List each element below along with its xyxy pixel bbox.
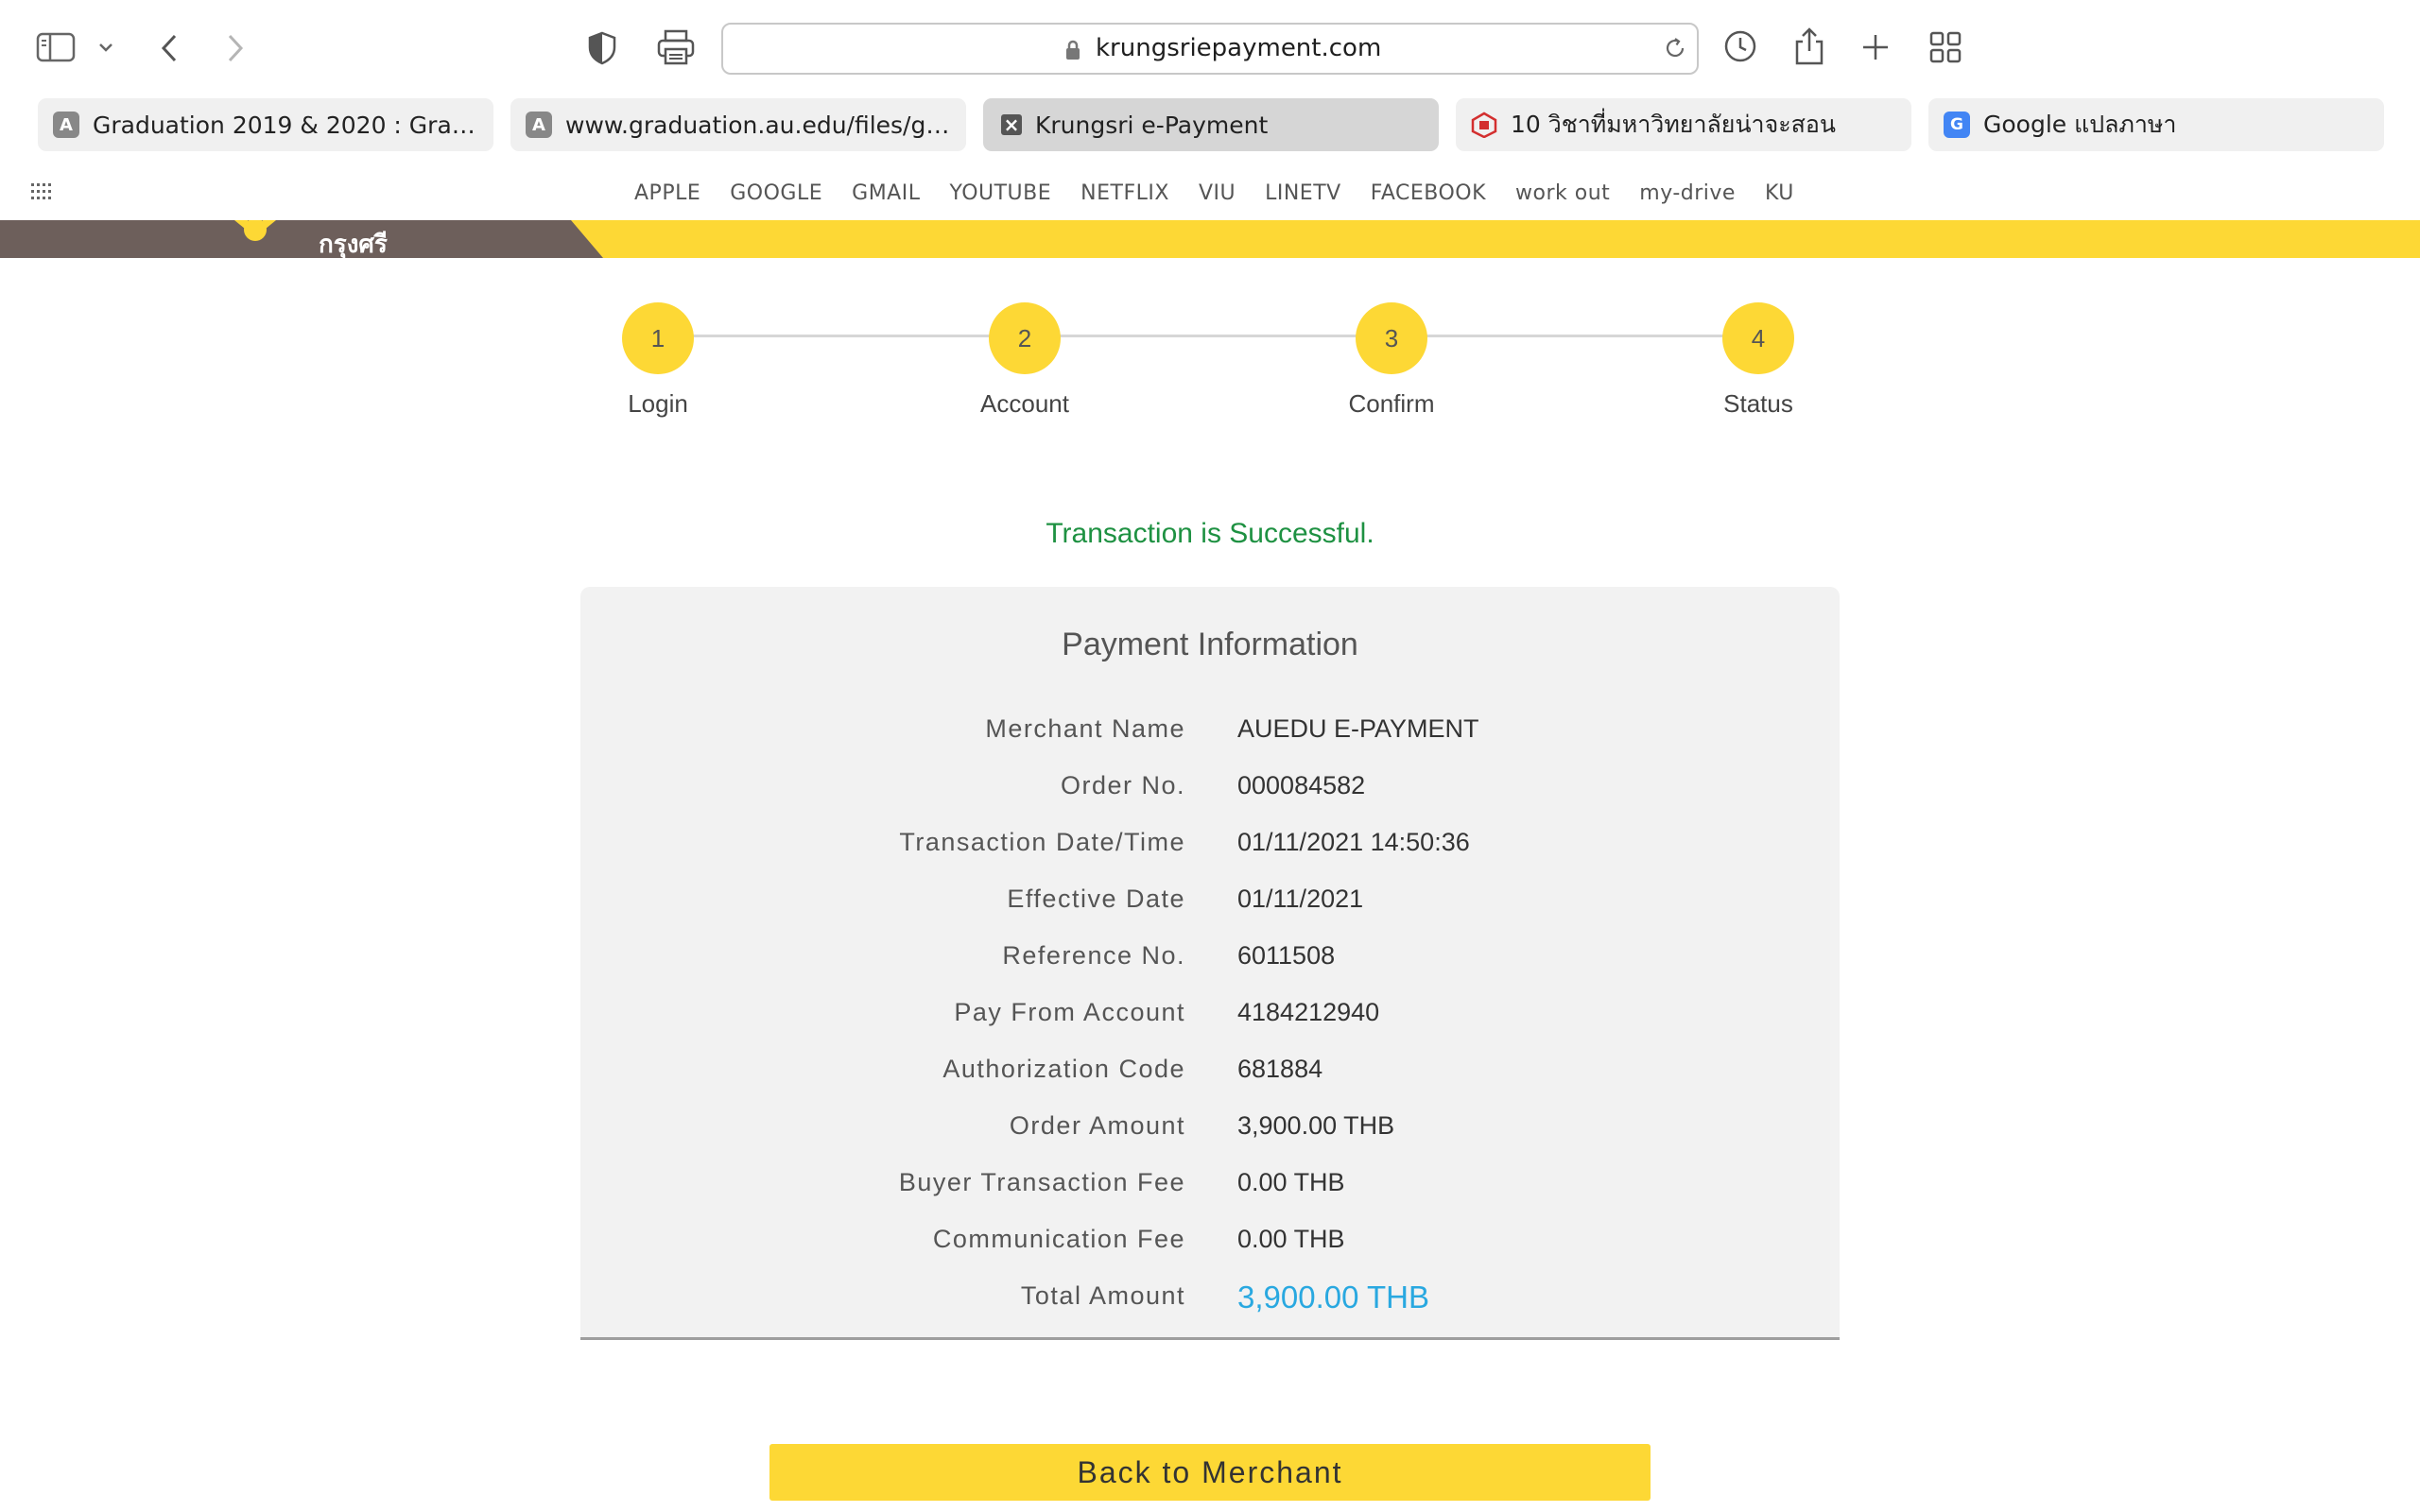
tab-label: 10 วิชาที่มหาวิทยาลัยน่าจะสอน bbox=[1511, 111, 1837, 138]
bookmark-2[interactable]: GMAIL bbox=[852, 181, 920, 205]
transaction-status-message: Transaction is Successful. bbox=[1046, 518, 1374, 549]
payment-label: Order Amount bbox=[1009, 1111, 1185, 1140]
tab-bar: A Graduation 2019 & 2020 : Gradua... Awww.… bbox=[38, 98, 2384, 151]
step-label: Account bbox=[980, 389, 1069, 418]
payment-row: Total Amount 3,900.00 THB bbox=[580, 1280, 1840, 1319]
payment-row: Order No. 000084582 bbox=[580, 771, 1840, 809]
payment-label: Pay From Account bbox=[954, 998, 1185, 1026]
tab-label: Graduation 2019 & 2020 : Gradua... bbox=[93, 111, 480, 139]
payment-value: 0.00 THB bbox=[1237, 1168, 1345, 1196]
payment-row: Effective Date 01/11/2021 bbox=[580, 885, 1840, 922]
sidebar-toggle-icon[interactable] bbox=[36, 32, 76, 62]
step-number: 4 bbox=[1722, 302, 1794, 374]
bank-logo-text: กรุงศรี bbox=[319, 230, 388, 258]
chevron-down-icon[interactable] bbox=[96, 40, 115, 55]
step-confirm: 3 Confirm bbox=[1325, 302, 1458, 419]
payment-row: Transaction Date/Time 01/11/2021 14:50:36 bbox=[580, 828, 1840, 866]
payment-value: 4184212940 bbox=[1237, 998, 1380, 1026]
payment-information-title: Payment Information bbox=[1062, 627, 1358, 662]
payment-row: Merchant Name AUEDU E-PAYMENT bbox=[580, 714, 1840, 752]
payment-information-card: Payment Information Merchant Name AUEDU E… bbox=[580, 587, 1840, 1340]
payment-value: 681884 bbox=[1237, 1055, 1323, 1083]
back-to-merchant-button[interactable]: Back to Merchant bbox=[769, 1444, 1651, 1501]
lock-icon bbox=[1064, 40, 1081, 64]
step-label: Confirm bbox=[1348, 389, 1435, 418]
payment-row: Pay From Account 4184212940 bbox=[580, 998, 1840, 1036]
bank-header-banner: กรุงศรี bbox=[0, 220, 2420, 258]
print-icon[interactable] bbox=[656, 28, 696, 66]
new-tab-icon[interactable] bbox=[1860, 32, 1891, 62]
tab-overview-icon[interactable] bbox=[1928, 30, 1962, 64]
share-icon[interactable] bbox=[1792, 26, 1826, 66]
tab-label: Krungsri e-Payment bbox=[1035, 111, 1269, 139]
bookmark-9[interactable]: my-drive bbox=[1639, 181, 1736, 205]
payment-value: 3,900.00 THB bbox=[1237, 1111, 1395, 1140]
browser-chrome: krungsriepayment.com A Graduation 2019 & … bbox=[0, 0, 2420, 220]
reload-icon[interactable] bbox=[1661, 34, 1689, 66]
letter-a-icon: A bbox=[53, 112, 79, 138]
payment-label: Communication Fee bbox=[932, 1225, 1185, 1253]
payment-row: Order Amount 3,900.00 THB bbox=[580, 1111, 1840, 1149]
bookmark-3[interactable]: YOUTUBE bbox=[949, 181, 1051, 205]
total-amount-value: 3,900.00 THB bbox=[1237, 1280, 1430, 1314]
payment-row: Buyer Transaction Fee 0.00 THB bbox=[580, 1168, 1840, 1206]
step-status: 4 Status bbox=[1692, 302, 1824, 419]
address-bar[interactable]: krungsriepayment.com bbox=[721, 23, 1699, 75]
site-logo-icon bbox=[1471, 112, 1497, 138]
tab-4[interactable]: G Google แปลภาษา bbox=[1928, 98, 2384, 151]
bookmarks-bar: APPLE GOOGLE GMAIL YOUTUBE NETFLIX VIU LINETV F… bbox=[0, 168, 2420, 217]
bookmark-6[interactable]: LINETV bbox=[1265, 181, 1341, 205]
step-number: 3 bbox=[1356, 302, 1427, 374]
tab-label: www.graduation.au.edu/files/grad... bbox=[565, 111, 953, 139]
payment-value: 01/11/2021 14:50:36 bbox=[1237, 828, 1470, 856]
stepper-track bbox=[660, 335, 1760, 337]
payment-value: 000084582 bbox=[1237, 771, 1366, 799]
close-icon: × bbox=[1001, 113, 1022, 136]
tab-label: Google แปลภาษา bbox=[1983, 111, 2177, 138]
payment-label: Transaction Date/Time bbox=[899, 828, 1185, 856]
payment-value: 01/11/2021 bbox=[1237, 885, 1364, 913]
tab-2[interactable]: × Krungsri e-Payment bbox=[983, 98, 1439, 151]
progress-stepper: 1 Login 2 Account 3 Confirm 4 Status bbox=[586, 302, 1834, 435]
history-icon[interactable] bbox=[1722, 28, 1758, 64]
banner-brown-band bbox=[0, 220, 603, 258]
tab-3[interactable]: 10 วิชาที่มหาวิทยาลัยน่าจะสอน bbox=[1456, 98, 1911, 151]
payment-label: Buyer Transaction Fee bbox=[898, 1168, 1185, 1196]
bookmark-5[interactable]: VIU bbox=[1199, 181, 1236, 205]
privacy-shield-icon[interactable] bbox=[586, 30, 618, 66]
bookmark-0[interactable]: APPLE bbox=[634, 181, 700, 205]
bookmark-4[interactable]: NETFLIX bbox=[1080, 181, 1169, 205]
step-account: 2 Account bbox=[959, 302, 1091, 419]
payment-label: Order No. bbox=[1060, 771, 1185, 799]
payment-value: 6011508 bbox=[1237, 941, 1336, 970]
url-text: krungsriepayment.com bbox=[1096, 34, 1382, 62]
payment-label: Effective Date bbox=[1007, 885, 1185, 913]
payment-value: AUEDU E-PAYMENT bbox=[1237, 714, 1479, 743]
step-label: Status bbox=[1723, 389, 1793, 418]
payment-label: Reference No. bbox=[1002, 941, 1185, 970]
payment-label: Total Amount bbox=[1020, 1281, 1185, 1310]
bookmark-1[interactable]: GOOGLE bbox=[730, 181, 822, 205]
bookmark-10[interactable]: KU bbox=[1765, 181, 1794, 205]
tab-1[interactable]: Awww.graduation.au.edu/files/grad... bbox=[510, 98, 966, 151]
payment-row: Reference No. 6011508 bbox=[580, 941, 1840, 979]
tab-0[interactable]: A Graduation 2019 & 2020 : Gradua... bbox=[38, 98, 493, 151]
bookmark-list: APPLE GOOGLE GMAIL YOUTUBE NETFLIX VIU LINETV F… bbox=[634, 168, 1824, 217]
forward-icon[interactable] bbox=[223, 32, 248, 64]
step-number: 1 bbox=[622, 302, 694, 374]
letter-a-icon: A bbox=[526, 112, 552, 138]
google-translate-icon: G bbox=[1944, 112, 1970, 138]
step-number: 2 bbox=[989, 302, 1061, 374]
bookmark-8[interactable]: work out bbox=[1515, 181, 1610, 205]
step-label: Login bbox=[628, 389, 688, 418]
payment-label: Authorization Code bbox=[942, 1055, 1185, 1083]
payment-row: Authorization Code 681884 bbox=[580, 1055, 1840, 1092]
back-icon[interactable] bbox=[157, 32, 182, 64]
payment-label: Merchant Name bbox=[985, 714, 1185, 743]
apps-grid-icon[interactable] bbox=[29, 180, 56, 209]
step-login: 1 Login bbox=[592, 302, 724, 419]
bookmark-7[interactable]: FACEBOOK bbox=[1371, 181, 1486, 205]
payment-value: 0.00 THB bbox=[1237, 1225, 1345, 1253]
payment-row: Communication Fee 0.00 THB bbox=[580, 1225, 1840, 1263]
